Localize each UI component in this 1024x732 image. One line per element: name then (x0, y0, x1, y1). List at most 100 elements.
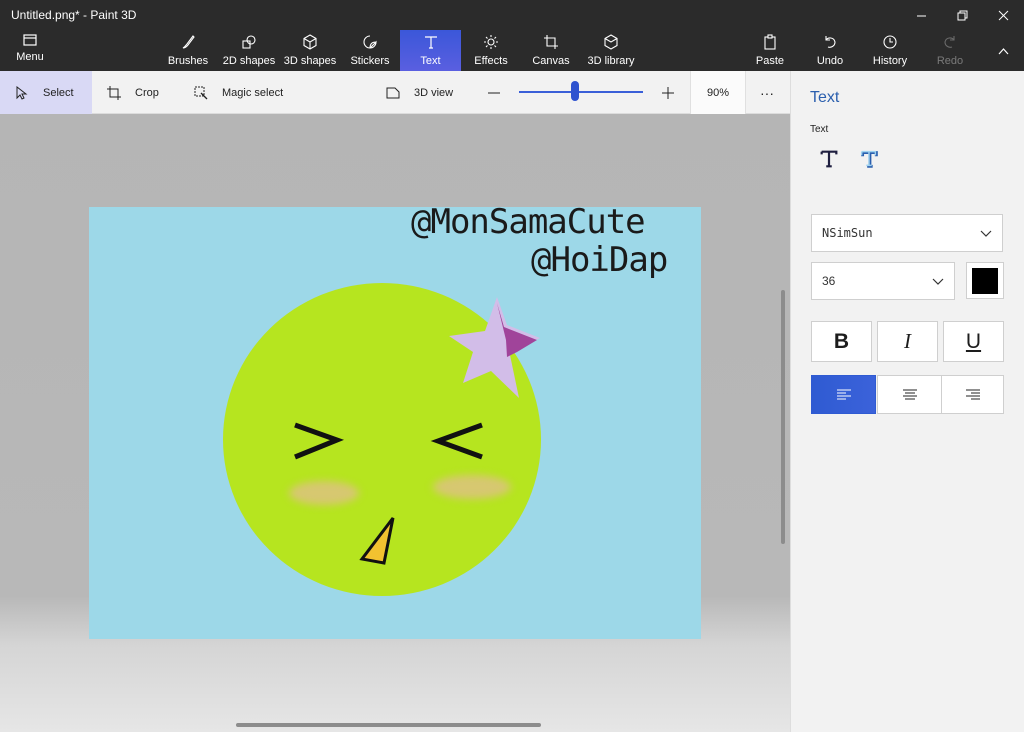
drawing-canvas[interactable]: @MonSamaCute @HoiDap (89, 207, 701, 639)
minus-icon (488, 92, 500, 93)
paste-button[interactable]: Paste (752, 30, 788, 71)
undo-icon (825, 36, 836, 48)
chevron-down-icon (932, 278, 944, 285)
panel-title: Text (810, 89, 840, 106)
sub-toolbar: Select Crop Magic select 3D view ··· (0, 71, 790, 114)
3d-shapes-label: 3D shapes (283, 55, 337, 67)
text-tool-button[interactable]: Text (400, 30, 461, 71)
3d-text-button[interactable] (857, 147, 881, 171)
align-left-icon (836, 389, 851, 399)
select-button[interactable]: Select (0, 71, 92, 114)
cube-icon (303, 34, 317, 50)
align-center-icon (902, 389, 917, 399)
text-icon (424, 36, 437, 49)
font-size-dropdown[interactable]: 36 (811, 262, 955, 300)
plus-icon (662, 86, 674, 99)
restore-button[interactable] (947, 4, 977, 26)
magic-select-icon (194, 86, 208, 99)
2d-shapes-button[interactable]: 2D shapes (222, 30, 276, 71)
clock-icon (883, 35, 897, 49)
font-size-value: 36 (822, 274, 836, 288)
title-bar: Untitled.png* - Paint 3D Menu Brushes 2D… (0, 0, 1024, 71)
clipboard-icon (764, 34, 776, 50)
zoom-in-button[interactable] (661, 71, 675, 114)
cursor-icon (16, 85, 28, 100)
minimize-icon (916, 15, 926, 16)
italic-button[interactable]: I (877, 321, 938, 362)
3d-library-label: 3D library (587, 55, 635, 67)
chevron-down-icon (980, 230, 992, 237)
2d-shapes-label: 2D shapes (222, 55, 276, 67)
align-right-icon (965, 389, 980, 399)
canvas-icon (544, 35, 558, 49)
window-title: Untitled.png* - Paint 3D (11, 8, 137, 22)
restore-icon (957, 10, 967, 20)
redo-button[interactable]: Redo (934, 30, 966, 71)
zoom-out-button[interactable] (487, 71, 501, 114)
undo-label: Undo (816, 55, 844, 67)
close-window-button[interactable] (988, 4, 1018, 26)
beak[interactable] (359, 517, 395, 565)
3d-text-icon (860, 150, 878, 168)
text-panel: Text Text NSimSun 36 B I U (790, 71, 1024, 732)
chevron-up-icon (998, 47, 1008, 54)
redo-label: Redo (936, 55, 964, 67)
select-label: Select (43, 86, 74, 99)
zoom-level[interactable]: 90% (690, 71, 746, 114)
horizontal-scrollbar[interactable] (236, 723, 541, 727)
stickers-button[interactable]: Stickers (348, 30, 392, 71)
font-family-value: NSimSun (822, 226, 873, 240)
face-features (294, 297, 540, 565)
3d-view-icon (386, 87, 400, 98)
text-color-picker[interactable] (966, 262, 1004, 299)
history-label: History (872, 55, 908, 67)
2d-text-button[interactable] (817, 147, 841, 171)
panel-subtitle: Text (810, 124, 829, 135)
folder-icon (23, 34, 37, 46)
brush-icon (182, 35, 195, 49)
3d-library-icon (604, 34, 618, 50)
crop-button[interactable]: Crop (107, 71, 159, 114)
left-eye (294, 422, 345, 460)
3d-view-button[interactable]: 3D view (386, 71, 453, 114)
underline-button[interactable]: U (943, 321, 1004, 362)
menu-button[interactable]: Menu (8, 28, 52, 69)
font-family-dropdown[interactable]: NSimSun (811, 214, 1003, 252)
effects-button[interactable]: Effects (470, 30, 512, 71)
stickers-label: Stickers (350, 55, 390, 67)
more-options-button[interactable]: ··· (760, 71, 774, 114)
vertical-scrollbar[interactable] (781, 290, 785, 544)
redo-icon (944, 36, 955, 48)
text-tool-label: Text (420, 55, 441, 67)
2d-shapes-icon (242, 35, 256, 49)
bold-button[interactable]: B (811, 321, 872, 362)
brushes-label: Brushes (167, 55, 209, 67)
color-swatch-fill (972, 267, 998, 294)
3d-library-button[interactable]: 3D library (586, 30, 636, 71)
history-button[interactable]: History (870, 30, 910, 71)
minimize-button[interactable] (906, 4, 936, 26)
menu-label: Menu (16, 51, 44, 63)
align-right-button[interactable] (941, 375, 1004, 414)
undo-button[interactable]: Undo (814, 30, 846, 71)
sticker-icon (363, 35, 377, 49)
close-icon (998, 10, 1008, 20)
magic-select-label: Magic select (222, 86, 284, 99)
star-sticker[interactable] (449, 297, 540, 398)
3d-shapes-button[interactable]: 3D shapes (283, 30, 337, 71)
3d-view-label: 3D view (414, 86, 454, 99)
zoom-slider-track[interactable] (519, 91, 643, 93)
right-eye (430, 422, 483, 460)
magic-select-button[interactable]: Magic select (194, 71, 283, 114)
2d-text-icon (820, 150, 838, 168)
align-left-button[interactable] (811, 375, 876, 414)
canvas-label: Canvas (532, 55, 570, 67)
crop-icon (107, 85, 121, 100)
canvas-button[interactable]: Canvas (530, 30, 572, 71)
crop-label: Crop (135, 86, 159, 99)
brushes-button[interactable]: Brushes (165, 30, 211, 71)
align-center-button[interactable] (877, 375, 942, 414)
collapse-toolbar-button[interactable] (988, 40, 1018, 62)
effects-label: Effects (474, 55, 508, 67)
zoom-slider-thumb[interactable] (570, 81, 579, 101)
